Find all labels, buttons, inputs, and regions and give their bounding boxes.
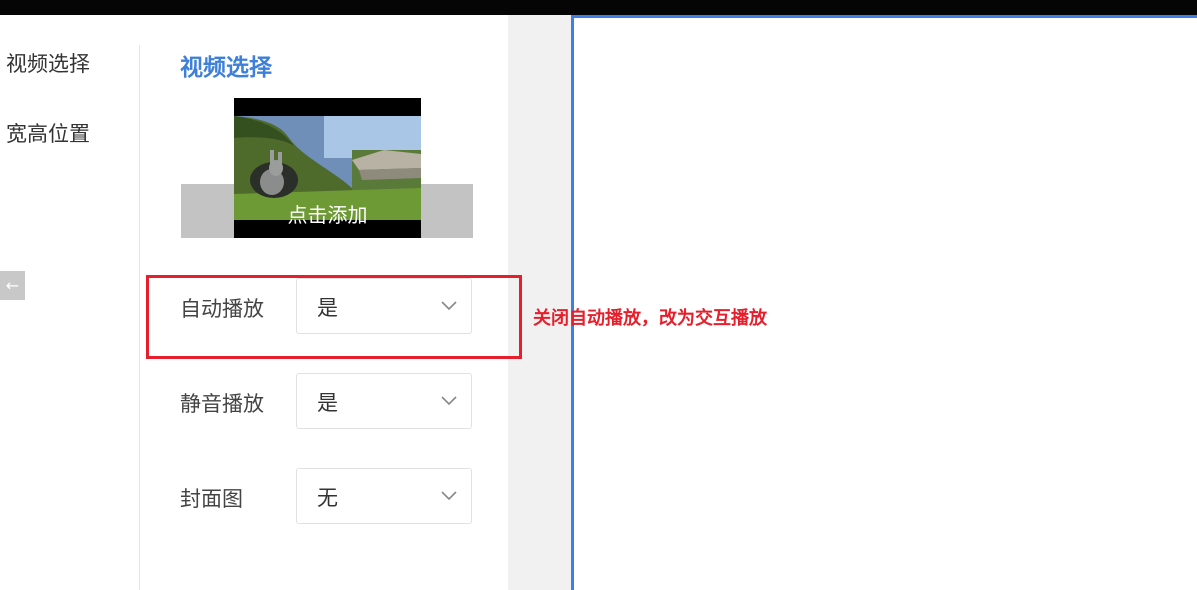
chevron-down-icon bbox=[441, 301, 457, 311]
video-thumbnail[interactable] bbox=[234, 98, 421, 238]
chevron-down-icon bbox=[441, 396, 457, 406]
section-title: 视频选择 bbox=[180, 55, 272, 81]
mute-label: 静音播放 bbox=[180, 392, 264, 416]
back-arrow-icon[interactable]: ← bbox=[0, 271, 25, 300]
cover-label: 封面图 bbox=[180, 487, 243, 511]
gutter bbox=[508, 15, 571, 590]
annotation-note: 关闭自动播放，改为交互播放 bbox=[533, 308, 767, 329]
side-nav bbox=[0, 15, 140, 590]
nav-item-size-position[interactable]: 宽高位置 bbox=[6, 118, 90, 148]
cover-select-value: 无 bbox=[317, 486, 338, 510]
preview-canvas[interactable] bbox=[571, 15, 1197, 590]
autoplay-select[interactable]: 是 bbox=[296, 278, 472, 334]
top-bar bbox=[0, 0, 1197, 15]
mute-select[interactable]: 是 bbox=[296, 373, 472, 429]
autoplay-select-value: 是 bbox=[317, 296, 338, 320]
nav-item-video-select[interactable]: 视频选择 bbox=[6, 48, 90, 78]
autoplay-label: 自动播放 bbox=[180, 297, 264, 321]
mute-select-value: 是 bbox=[317, 391, 338, 415]
chevron-down-icon bbox=[441, 491, 457, 501]
cover-select[interactable]: 无 bbox=[296, 468, 472, 524]
video-thumbnail-image bbox=[234, 98, 421, 238]
